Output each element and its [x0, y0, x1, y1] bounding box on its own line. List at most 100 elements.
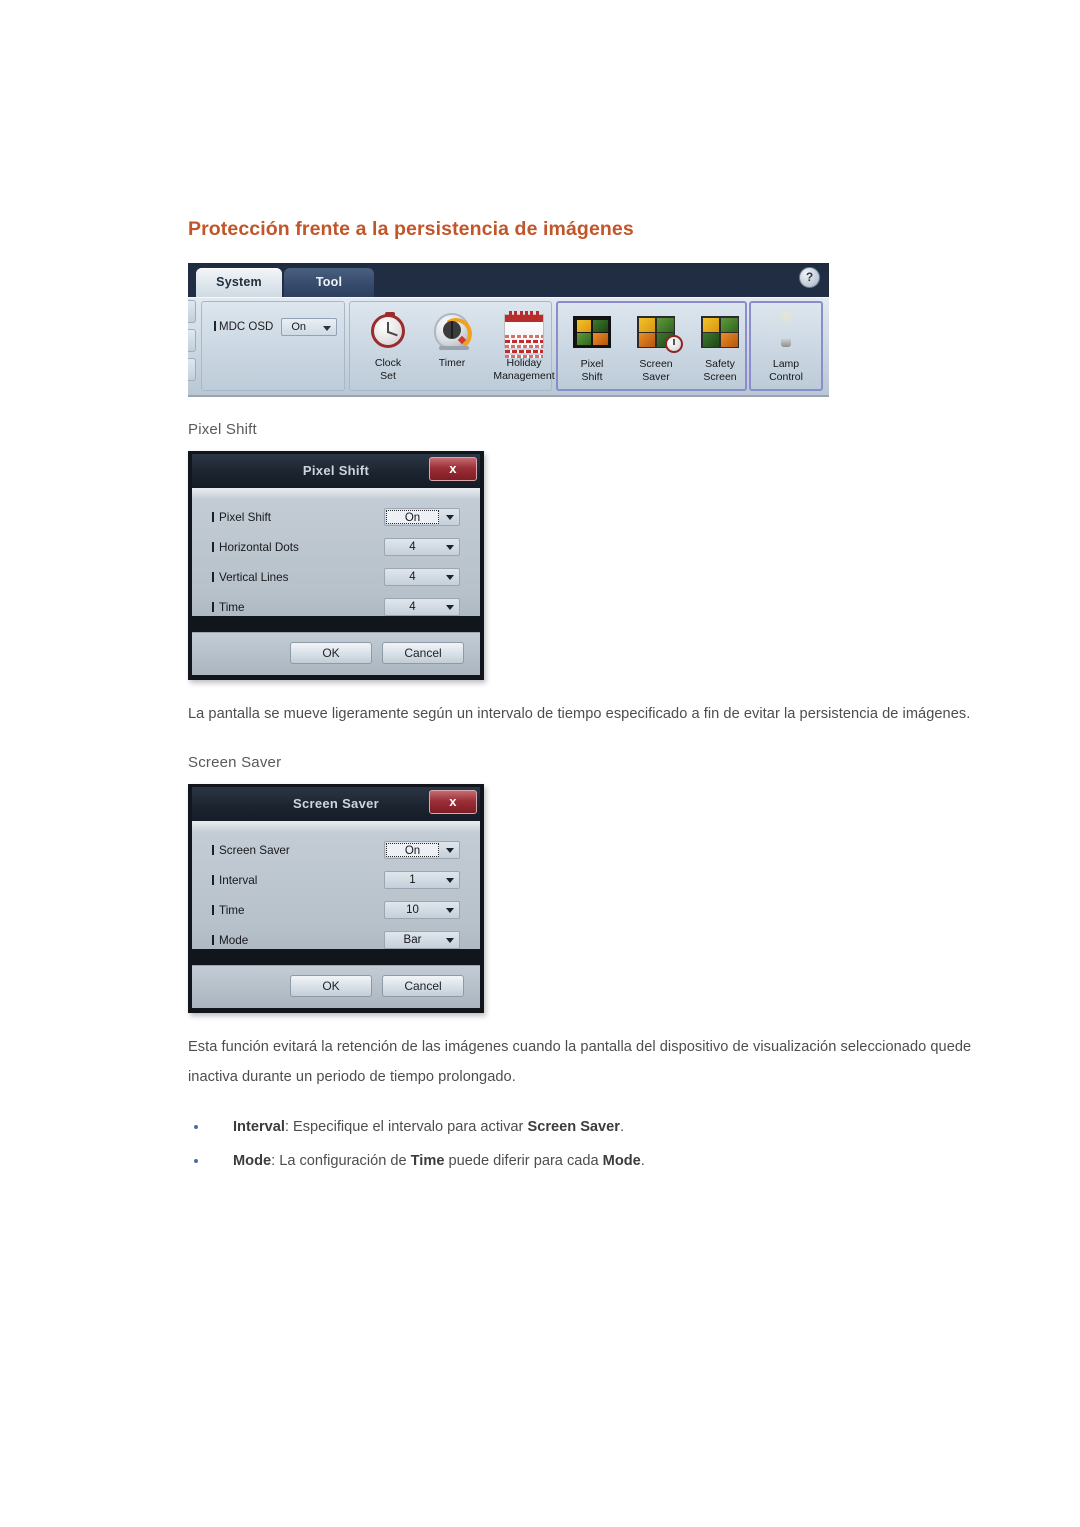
label-marker-icon	[212, 874, 214, 885]
field-value: 10	[406, 904, 419, 917]
label-marker-icon	[214, 321, 216, 332]
pixel-shift-select[interactable]: On	[384, 508, 460, 527]
ribbon-button-holiday-management[interactable]: Holiday Management	[484, 308, 564, 382]
ribbon-button-label-2: Set	[380, 369, 396, 382]
label-marker-icon	[212, 571, 214, 582]
help-icon[interactable]: ?	[799, 267, 820, 289]
field-value: On	[386, 510, 439, 525]
ribbon-button-pixel-shift[interactable]: Pixel Shift	[560, 309, 624, 383]
field-label: Pixel Shift	[212, 511, 271, 524]
field-value: 4	[409, 541, 416, 554]
bullet-emphasis-2: Mode	[602, 1152, 641, 1169]
holiday-management-icon	[484, 308, 564, 358]
time-select[interactable]: 10	[384, 901, 460, 920]
ribbon-button-label: Pixel	[580, 358, 604, 371]
vertical-lines-select[interactable]: 4	[384, 568, 460, 587]
lamp-control-icon	[754, 309, 818, 355]
chevron-down-icon	[446, 878, 454, 884]
screen-saver-select[interactable]: On	[384, 841, 460, 860]
ribbon-button-label: Timer	[438, 357, 466, 370]
ribbon-button-clock-set[interactable]: Clock Set	[356, 308, 420, 382]
ribbon-group-clock-items: Clock Set Timer Management	[356, 308, 564, 382]
label-marker-icon	[212, 904, 214, 915]
bullet-emphasis: Time	[410, 1152, 445, 1169]
section-heading-screen-saver: Screen Saver	[188, 754, 282, 772]
time-select[interactable]: 4	[384, 598, 460, 617]
bullet-text-mid: puede diferir para cada	[444, 1152, 603, 1169]
bullet-text-end: .	[619, 1119, 625, 1136]
mdc-osd-select[interactable]: On	[281, 318, 338, 337]
screen-saver-description: Esta función evitará la retención de las…	[188, 1039, 972, 1086]
ok-button[interactable]: OK	[290, 975, 372, 998]
cancel-button[interactable]: Cancel	[382, 642, 464, 665]
tab-tool[interactable]: Tool	[284, 268, 374, 300]
ribbon-button-timer[interactable]: Timer	[420, 308, 484, 369]
ribbon-button-safety-screen[interactable]: Safety Screen	[688, 309, 752, 383]
close-icon[interactable]: x	[429, 790, 477, 815]
ribbon-button-screen-saver[interactable]: Screen Saver	[624, 309, 688, 383]
ribbon-button-label: Safety	[705, 358, 735, 371]
screen-saver-dialog-body: Screen Saver On Interval 1 Time 10 Mode …	[192, 821, 480, 950]
dialog-row: Interval 1	[212, 871, 460, 890]
ribbon-button-label: Clock	[374, 357, 402, 370]
ribbon-button-label-2: Shift	[581, 370, 603, 383]
document-page: Protección frente a la persistencia de i…	[0, 0, 1080, 1527]
ribbon-button-lamp-control[interactable]: Lamp Control	[754, 309, 818, 383]
chevron-down-icon	[446, 908, 454, 914]
label-marker-icon	[212, 844, 214, 855]
ribbon-button-label: Lamp	[772, 358, 800, 371]
chevron-down-icon	[446, 575, 454, 581]
dialog-row: Time 4	[212, 598, 460, 617]
ribbon-tabbar: System Tool ?	[188, 263, 829, 300]
bullet-text: : La configuración de	[271, 1152, 411, 1169]
mdc-ribbon-screenshot: System Tool ? MDC OSD On Clock Set Timer…	[188, 263, 829, 398]
field-value: 4	[409, 571, 416, 584]
list-item: Mode: La configuración de Time puede dif…	[188, 1145, 1018, 1179]
field-label: Horizontal Dots	[212, 541, 299, 554]
page-content: Protección frente a la persistencia de i…	[188, 218, 1018, 1178]
clock-set-icon	[356, 308, 420, 354]
bullet-text: : Especifique el intervalo para activar	[284, 1119, 528, 1136]
section-heading-pixel-shift: Pixel Shift	[188, 421, 257, 439]
ribbon-group-osd: MDC OSD On	[201, 301, 345, 392]
dialog-row: Mode Bar	[212, 931, 460, 950]
field-value: Bar	[403, 934, 422, 947]
bullet-icon	[194, 1125, 198, 1130]
bullet-icon	[194, 1158, 198, 1163]
label-marker-icon	[212, 541, 214, 552]
pixel-shift-dialog-title: Pixel Shift	[302, 463, 370, 479]
screen-saver-icon	[624, 309, 688, 355]
field-value: 1	[409, 874, 416, 887]
close-icon[interactable]: x	[429, 457, 477, 482]
ribbon-group-lamp-items: Lamp Control	[754, 309, 818, 383]
ribbon-button-label-2: Screen	[703, 370, 737, 383]
ribbon-body: MDC OSD On Clock Set Timer Management Pi…	[188, 297, 829, 396]
list-item: Interval: Especifique el intervalo para …	[188, 1111, 1018, 1145]
cancel-button[interactable]: Cancel	[382, 975, 464, 998]
pixel-shift-icon	[560, 309, 624, 355]
pixel-shift-dialog-body: Pixel Shift On Horizontal Dots 4 Vertica…	[192, 488, 480, 617]
label-marker-icon	[212, 601, 214, 612]
interval-select[interactable]: 1	[384, 871, 460, 890]
ok-button[interactable]: OK	[290, 642, 372, 665]
tab-system[interactable]: System	[196, 268, 282, 300]
horizontal-dots-select[interactable]: 4	[384, 538, 460, 557]
label-marker-icon	[212, 934, 214, 945]
timer-icon	[420, 308, 484, 354]
dialog-row: Vertical Lines 4	[212, 568, 460, 587]
mode-select[interactable]: Bar	[384, 931, 460, 950]
pixel-shift-dialog-titlebar: Pixel Shift x	[192, 454, 480, 489]
bullet-term: Mode	[233, 1152, 272, 1169]
chevron-down-icon	[323, 326, 332, 332]
field-label: Interval	[212, 874, 257, 887]
dialog-row: Screen Saver On	[212, 841, 460, 860]
ribbon-left-stubs	[188, 300, 197, 392]
chevron-down-icon	[446, 848, 454, 854]
screen-saver-dialog-title: Screen Saver	[293, 796, 379, 812]
ribbon-group-screen-protection-items: Pixel Shift Screen Saver Safety Screen	[560, 309, 752, 383]
mdc-osd-label: MDC OSD	[214, 321, 273, 333]
field-label: Time	[212, 601, 245, 614]
pixel-shift-description: La pantalla se mueve ligeramente según u…	[188, 706, 971, 723]
ribbon-group-lamp: Lamp Control	[749, 301, 823, 392]
mdc-osd-row: MDC OSD On	[214, 318, 338, 337]
